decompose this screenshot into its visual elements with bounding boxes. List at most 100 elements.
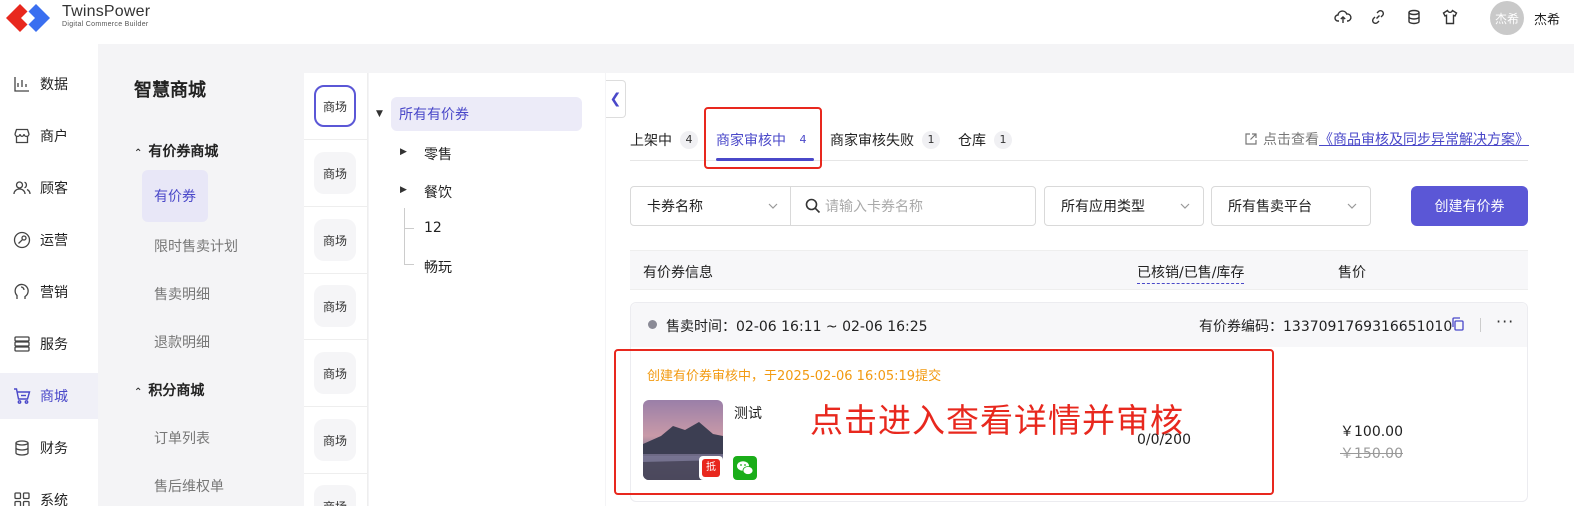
divider [304, 139, 368, 140]
subnav-group-label: 有价券商城 [148, 144, 219, 160]
tree-node[interactable]: 12 [424, 220, 442, 236]
chart-icon [14, 77, 29, 92]
divider [304, 473, 368, 474]
divider [304, 339, 368, 340]
subnav-item-refund-detail[interactable]: 退款明细 [154, 332, 210, 352]
tab-label: 仓库 [958, 133, 986, 149]
subnav-item-coupon[interactable]: 有价券 [142, 170, 208, 222]
nav-item-marketing[interactable]: 营销 [0, 269, 98, 315]
avatar[interactable]: 杰希 [1490, 1, 1524, 35]
tab-on-shelf[interactable]: 上架中 4 [630, 130, 698, 150]
tab-count: 1 [922, 131, 940, 149]
subnav-item-sales-detail[interactable]: 售卖明细 [154, 284, 210, 304]
caret-right-icon[interactable]: ▶ [400, 185, 407, 195]
create-coupon-button[interactable]: 创建有价券 [1411, 186, 1528, 226]
search-placeholder: 请输入卡券名称 [825, 199, 923, 215]
tab-count: 1 [994, 131, 1012, 149]
platform-select[interactable]: 所有售卖平台 [1211, 186, 1371, 226]
search-icon [805, 198, 821, 214]
caret-down-icon[interactable]: ▼ [376, 109, 383, 119]
coupon-code: 有价券编码：1337091769316651010 [1199, 319, 1453, 335]
grid-icon [14, 492, 30, 506]
nav-item-mall[interactable]: 商城 [0, 373, 98, 419]
nav-label: 系统 [40, 493, 68, 506]
subnav-item-flash-sale-plan[interactable]: 限时售卖计划 [154, 236, 238, 256]
column-header-stock[interactable]: 已核销/已售/库存 [1137, 262, 1245, 284]
original-price: ￥150.00 [1340, 446, 1403, 462]
help-doc-link[interactable]: 《商品审核及同步异常解决方案》 [1319, 129, 1529, 149]
tree-node[interactable]: 畅玩 [424, 257, 452, 277]
subnav-item-order-list[interactable]: 订单列表 [154, 428, 210, 448]
tab-label: 商家审核失败 [830, 133, 914, 149]
mall-button[interactable]: 商场 [314, 419, 356, 461]
store-icon [14, 128, 30, 144]
sale-time: 售卖时间：02-06 16:11 ~ 02-06 16:25 [666, 319, 928, 335]
nav-label: 运营 [40, 233, 68, 249]
mall-button[interactable]: 商场 [314, 285, 356, 327]
mall-button[interactable]: 商场 [314, 485, 356, 506]
subnav-item-after-sale[interactable]: 售后维权单 [154, 476, 224, 496]
marketing-icon [14, 283, 29, 299]
nav-item-customer[interactable]: 顾客 [0, 165, 98, 211]
sale-price: ￥100.00 [1340, 424, 1403, 440]
database-icon[interactable] [1405, 8, 1423, 26]
status-dot [648, 320, 657, 329]
nav-item-service[interactable]: 服务 [0, 321, 98, 367]
more-icon[interactable]: ··· [1496, 312, 1514, 331]
chevron-up-icon: ⌃ [134, 387, 143, 398]
service-icon [14, 336, 30, 352]
nav-label: 财务 [40, 441, 68, 457]
brand-subtitle: Digital Commerce Builder [62, 21, 149, 28]
subnav-group-coupon-mall[interactable]: ⌃ 有价券商城 [134, 141, 218, 161]
nav-item-merchant[interactable]: 商户 [0, 113, 98, 159]
mall-button[interactable]: 商场 [314, 85, 356, 127]
user-name[interactable]: 杰希 [1534, 9, 1560, 28]
copy-icon[interactable] [1450, 316, 1466, 332]
tab-label: 上架中 [630, 133, 672, 149]
table-header [630, 250, 1528, 290]
column-header-info: 有价券信息 [643, 265, 713, 281]
mall-button[interactable]: 商场 [314, 352, 356, 394]
nav-item-operation[interactable]: 运营 [0, 217, 98, 263]
nav-label: 商城 [40, 389, 68, 405]
tab-warehouse[interactable]: 仓库 1 [958, 130, 1012, 150]
mall-button[interactable]: 商场 [314, 152, 356, 194]
column-header-price: 售价 [1338, 265, 1366, 281]
app-type-select[interactable]: 所有应用类型 [1044, 186, 1204, 226]
tree-root[interactable]: 所有有价券 [391, 97, 582, 131]
tree-connector [404, 228, 414, 229]
mall-list: 商场 商场 商场 商场 商场 商场 商场 [304, 73, 368, 506]
divider [1480, 318, 1481, 332]
tree-connector [404, 264, 414, 265]
collapse-button[interactable]: ❮ [606, 80, 626, 118]
divider [304, 206, 368, 207]
subnav-group-label: 积分商城 [148, 383, 205, 399]
brand-name: TwinsPower [62, 3, 151, 20]
cloud-upload-icon[interactable] [1334, 8, 1352, 26]
link-icon[interactable] [1369, 8, 1387, 26]
caret-right-icon[interactable]: ▶ [400, 147, 407, 157]
subnav-group-points-mall[interactable]: ⌃ 积分商城 [134, 380, 204, 400]
nav-label: 服务 [40, 337, 68, 353]
tab-review-failed[interactable]: 商家审核失败 1 [830, 130, 940, 150]
tab-count: 4 [680, 131, 698, 149]
operation-icon [13, 231, 31, 249]
logo-icon [6, 4, 50, 32]
mall-button[interactable]: 商场 [314, 219, 356, 261]
shirt-icon[interactable] [1441, 8, 1459, 26]
nav-item-system[interactable]: 系统 [0, 477, 98, 506]
nav-item-finance[interactable]: 财务 [0, 425, 98, 471]
search-field-select[interactable]: 卡券名称 [631, 187, 791, 225]
category-tree [369, 73, 605, 506]
help-prefix: 点击查看 [1263, 132, 1319, 148]
chevron-left-icon: ❮ [609, 91, 622, 107]
help-link[interactable]: 点击查看 《商品审核及同步异常解决方案》 [1244, 129, 1529, 149]
nav-item-data[interactable]: 数据 [0, 61, 98, 107]
nav-label: 营销 [40, 285, 68, 301]
tree-node[interactable]: 餐饮 [424, 182, 452, 202]
tree-node[interactable]: 零售 [424, 144, 452, 164]
chevron-down-icon [1180, 203, 1190, 209]
search-input[interactable]: 请输入卡券名称 [791, 187, 1035, 225]
top-bar: TwinsPower Digital Commerce Builder 杰希 杰… [0, 0, 1574, 44]
chevron-down-icon [768, 203, 778, 209]
